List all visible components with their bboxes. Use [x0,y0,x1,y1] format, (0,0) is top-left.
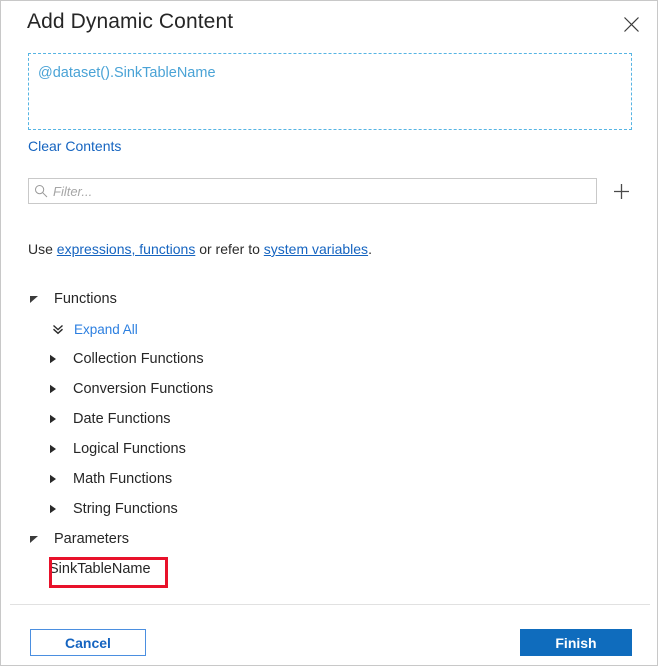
expand-all-link[interactable]: Expand All [74,322,138,337]
system-variables-link[interactable]: system variables [264,241,368,257]
tree-item-logical-functions[interactable]: Logical Functions [1,434,657,464]
tree-item-label: Math Functions [73,471,173,487]
hint-text: Use expressions, functions or refer to s… [28,241,372,257]
content-tree: Functions Expand All Collection Function… [1,284,657,584]
tree-item-collection-functions[interactable]: Collection Functions [1,344,657,374]
tree-item-label: Collection Functions [73,351,204,367]
tree-item-label: String Functions [73,501,178,517]
close-icon[interactable] [613,7,649,41]
dialog-header: Add Dynamic Content [1,1,657,47]
cancel-button[interactable]: Cancel [30,629,146,656]
tree-group-parameters-label: Parameters [54,531,129,547]
expressions-functions-link[interactable]: expressions, functions [57,241,196,257]
triangle-collapsed-icon[interactable] [48,474,66,484]
search-icon [29,179,53,203]
footer-divider [10,604,650,605]
expand-all-row[interactable]: Expand All [1,314,657,344]
expression-editor[interactable]: @dataset().SinkTableName [28,53,632,130]
tree-item-label: Conversion Functions [73,381,214,397]
clear-contents-link[interactable]: Clear Contents [28,138,121,154]
finish-button[interactable]: Finish [520,629,632,656]
add-dynamic-content-dialog: Add Dynamic Content @dataset().SinkTable… [0,0,658,666]
hint-prefix: Use [28,241,57,257]
tree-item-date-functions[interactable]: Date Functions [1,404,657,434]
tree-item-label: Date Functions [73,411,171,427]
tree-item-math-functions[interactable]: Math Functions [1,464,657,494]
triangle-collapsed-icon[interactable] [48,414,66,424]
tree-group-functions[interactable]: Functions [1,284,657,314]
triangle-collapsed-icon[interactable] [48,504,66,514]
triangle-expanded-icon[interactable] [29,294,47,304]
tree-item-conversion-functions[interactable]: Conversion Functions [1,374,657,404]
search-input[interactable] [53,180,596,202]
triangle-collapsed-icon[interactable] [48,444,66,454]
triangle-collapsed-icon[interactable] [48,384,66,394]
plus-icon[interactable] [607,178,635,204]
filter-input-wrapper[interactable] [28,178,597,204]
triangle-expanded-icon[interactable] [29,534,47,544]
tree-item-string-functions[interactable]: String Functions [1,494,657,524]
expression-value: @dataset().SinkTableName [38,65,216,81]
tree-group-parameters[interactable]: Parameters [1,524,657,554]
page-title: Add Dynamic Content [27,10,234,33]
parameter-sinktablename[interactable]: SinkTableName [49,561,151,577]
chevron-double-down-icon[interactable] [48,323,68,335]
triangle-collapsed-icon[interactable] [48,354,66,364]
tree-item-label: Logical Functions [73,441,186,457]
tree-item-sinktablename-row[interactable]: SinkTableName [1,554,657,584]
hint-suffix: . [368,241,372,257]
tree-group-functions-label: Functions [54,291,117,307]
hint-middle: or refer to [195,241,264,257]
